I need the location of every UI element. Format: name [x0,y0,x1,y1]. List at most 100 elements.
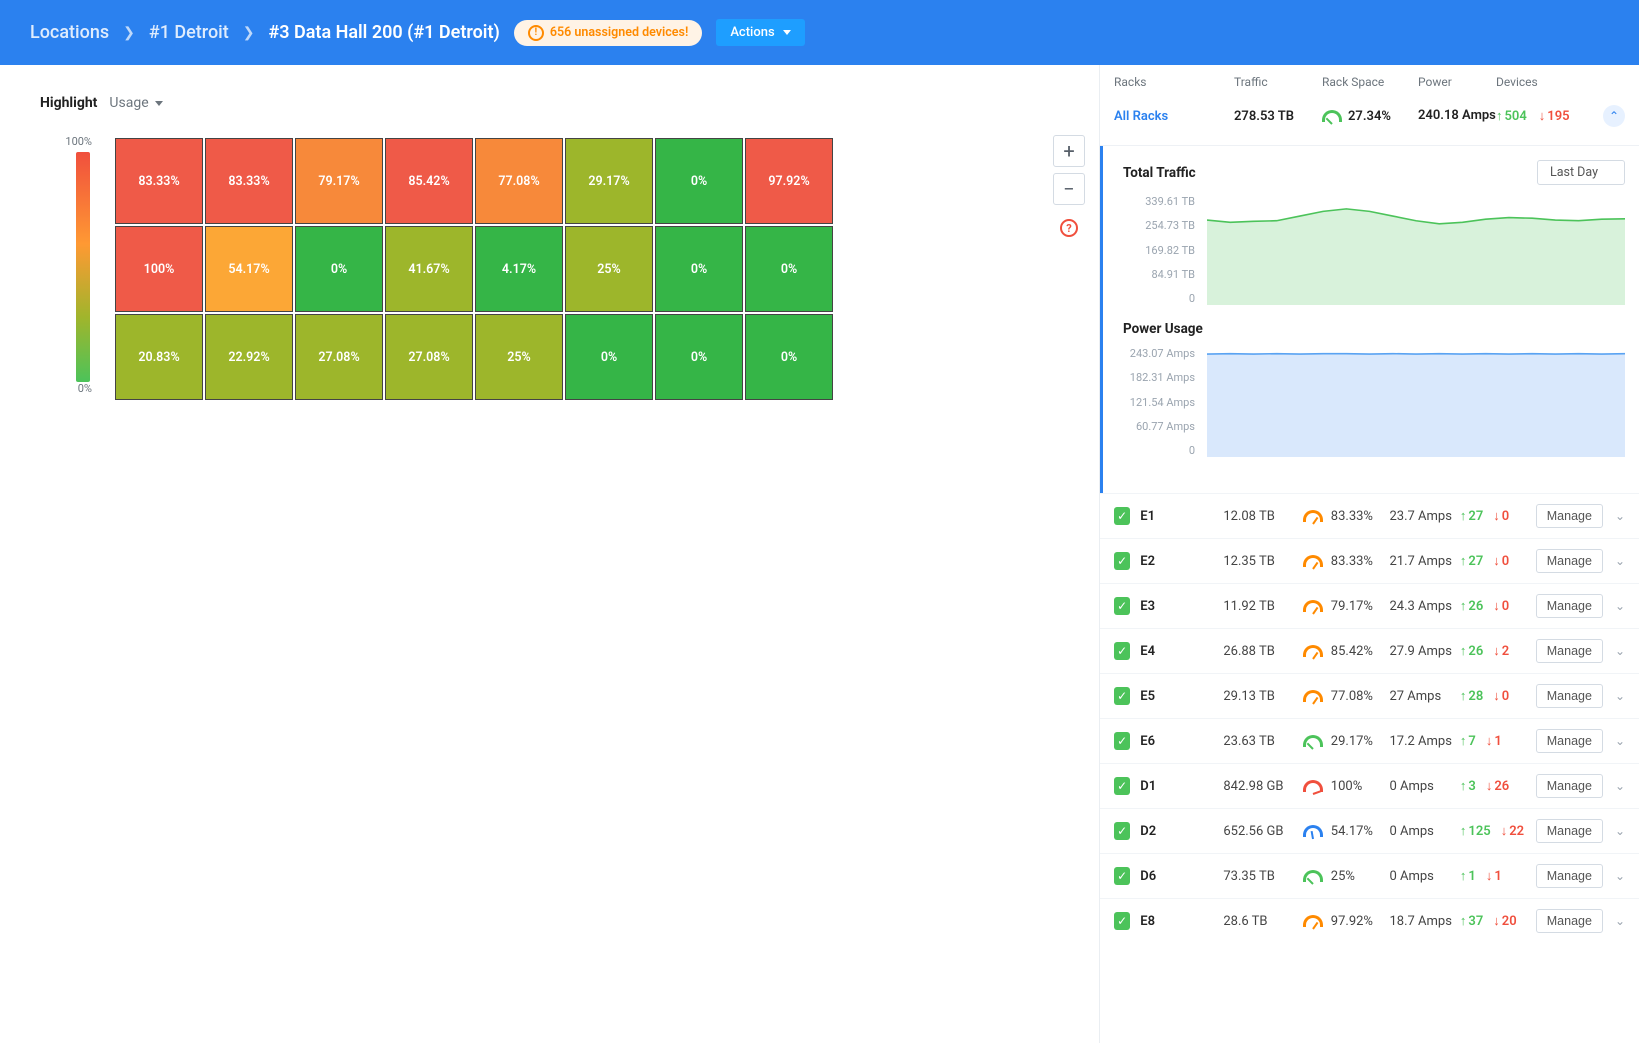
power-ylabels: 243.07 Amps 182.31 Amps 121.54 Amps 60.7… [1123,347,1201,457]
heatmap-cell[interactable]: 25% [566,227,652,311]
chevron-right-icon: ❯ [123,25,135,41]
heatmap-wrap: 83.33%83.33%79.17%85.42%77.08%29.17%0%97… [112,135,1027,403]
manage-button[interactable]: Manage [1536,909,1603,933]
zoom-out-button[interactable]: − [1053,173,1085,205]
col-header-racks: Racks [1114,75,1234,89]
heatmap-cell[interactable]: 83.33% [116,139,202,223]
rack-checkbox[interactable]: ✓ [1114,777,1130,795]
chevron-down-icon[interactable]: ⌄ [1615,599,1625,613]
legend: 100% 0% [40,135,96,399]
heatmap-cell[interactable]: 0% [656,227,742,311]
rack-power: 18.7 Amps [1389,914,1459,929]
rack-devices-up: 28 [1460,688,1483,704]
gauge-icon [1303,915,1323,927]
gauge-icon [1303,555,1323,567]
heatmap-cell[interactable]: 83.33% [206,139,292,223]
heatmap-cell[interactable]: 4.17% [476,227,562,311]
rack-space: 25% [1303,869,1390,884]
rack-devices: 11 [1460,868,1536,884]
chevron-down-icon[interactable]: ⌄ [1615,689,1625,703]
heatmap-cell[interactable]: 77.08% [476,139,562,223]
rack-checkbox[interactable]: ✓ [1114,732,1130,750]
rack-devices-up: 1 [1460,868,1476,884]
chevron-right-icon: ❯ [243,25,255,41]
range-select[interactable]: Last Day [1537,160,1625,185]
rack-devices-down: 0 [1493,688,1509,704]
heatmap-cell[interactable]: 27.08% [386,315,472,399]
chevron-down-icon[interactable]: ⌄ [1615,824,1625,838]
heatmap-cell[interactable]: 100% [116,227,202,311]
rack-checkbox[interactable]: ✓ [1114,687,1130,705]
rack-checkbox[interactable]: ✓ [1114,822,1130,840]
ylabel: 339.61 TB [1145,195,1195,208]
heatmap-cell[interactable]: 0% [566,315,652,399]
manage-button[interactable]: Manage [1536,774,1603,798]
heatmap-cell[interactable]: 79.17% [296,139,382,223]
heatmap-cell[interactable]: 22.92% [206,315,292,399]
chevron-down-icon[interactable]: ⌄ [1615,869,1625,883]
ylabel: 84.91 TB [1151,268,1195,281]
col-header-traffic: Traffic [1234,75,1322,89]
manage-button[interactable]: Manage [1536,819,1603,843]
rack-row: ✓E311.92 TB79.17%24.3 Amps260Manage⌄ [1100,583,1639,628]
breadcrumb-locations[interactable]: Locations [30,22,109,43]
rack-checkbox[interactable]: ✓ [1114,552,1130,570]
rack-checkbox[interactable]: ✓ [1114,912,1130,930]
help-icon[interactable]: ? [1060,219,1078,237]
breadcrumb-detroit[interactable]: #1 Detroit [149,22,229,43]
manage-button[interactable]: Manage [1536,864,1603,888]
highlight-select[interactable]: Usage [109,95,162,111]
range-value: Last Day [1550,165,1598,180]
rack-space-value: 85.42% [1331,644,1373,659]
heatmap-cell[interactable]: 41.67% [386,227,472,311]
heatmap-cell[interactable]: 29.17% [566,139,652,223]
rack-checkbox[interactable]: ✓ [1114,507,1130,525]
all-racks-link[interactable]: All Racks [1114,109,1234,124]
rack-devices: 28 0 [1460,688,1536,704]
rack-name: E2 [1140,554,1223,569]
manage-button[interactable]: Manage [1536,639,1603,663]
chevron-down-icon[interactable]: ⌄ [1615,644,1625,658]
summary-power: 240.18 Amps [1418,108,1496,124]
rack-checkbox[interactable]: ✓ [1114,597,1130,615]
heatmap-cell[interactable]: 97.92% [746,139,832,223]
heatmap-cell[interactable]: 27.08% [296,315,382,399]
heatmap-cell[interactable]: 25% [476,315,562,399]
gauge-icon [1303,735,1323,747]
heatmap-cell[interactable]: 0% [746,315,832,399]
chevron-down-icon[interactable]: ⌄ [1615,779,1625,793]
traffic-chart-svg [1207,199,1625,305]
manage-button[interactable]: Manage [1536,684,1603,708]
ylabel: 60.77 Amps [1136,420,1195,433]
heatmap-cell[interactable]: 0% [656,139,742,223]
heatmap-cell[interactable]: 0% [296,227,382,311]
zoom-controls: + − ? [1053,135,1085,237]
collapse-button[interactable]: ⌃ [1603,105,1625,127]
rack-checkbox[interactable]: ✓ [1114,642,1130,660]
chevron-down-icon[interactable]: ⌄ [1615,509,1625,523]
chevron-down-icon[interactable]: ⌄ [1615,734,1625,748]
manage-button[interactable]: Manage [1536,729,1603,753]
summary-rack-space: 27.34% [1322,109,1418,124]
gauge-icon [1303,600,1323,612]
rack-checkbox[interactable]: ✓ [1114,867,1130,885]
highlight-row: Highlight Usage [40,95,1085,111]
heatmap-cell[interactable]: 0% [746,227,832,311]
manage-button[interactable]: Manage [1536,549,1603,573]
body-wrap: Highlight Usage 100% 0% 83.33%83.33%79.1… [0,65,1639,1043]
heatmap-cell[interactable]: 20.83% [116,315,202,399]
manage-button[interactable]: Manage [1536,504,1603,528]
chevron-down-icon[interactable]: ⌄ [1615,914,1625,928]
heatmap-cell[interactable]: 85.42% [386,139,472,223]
manage-button[interactable]: Manage [1536,594,1603,618]
actions-button[interactable]: Actions [716,19,804,46]
unassigned-devices-pill[interactable]: ! 656 unassigned devices! [514,20,702,46]
zoom-in-button[interactable]: + [1053,135,1085,167]
rack-devices-down: 1 [1486,733,1502,749]
rack-row: ✓D2652.56 GB54.17%0 Amps12522Manage⌄ [1100,808,1639,853]
heatmap-cell[interactable]: 0% [656,315,742,399]
heatmap-cell[interactable]: 54.17% [206,227,292,311]
rack-devices: 262 [1460,643,1536,659]
chevron-down-icon[interactable]: ⌄ [1615,554,1625,568]
rack-traffic: 12.08 TB [1223,509,1302,524]
